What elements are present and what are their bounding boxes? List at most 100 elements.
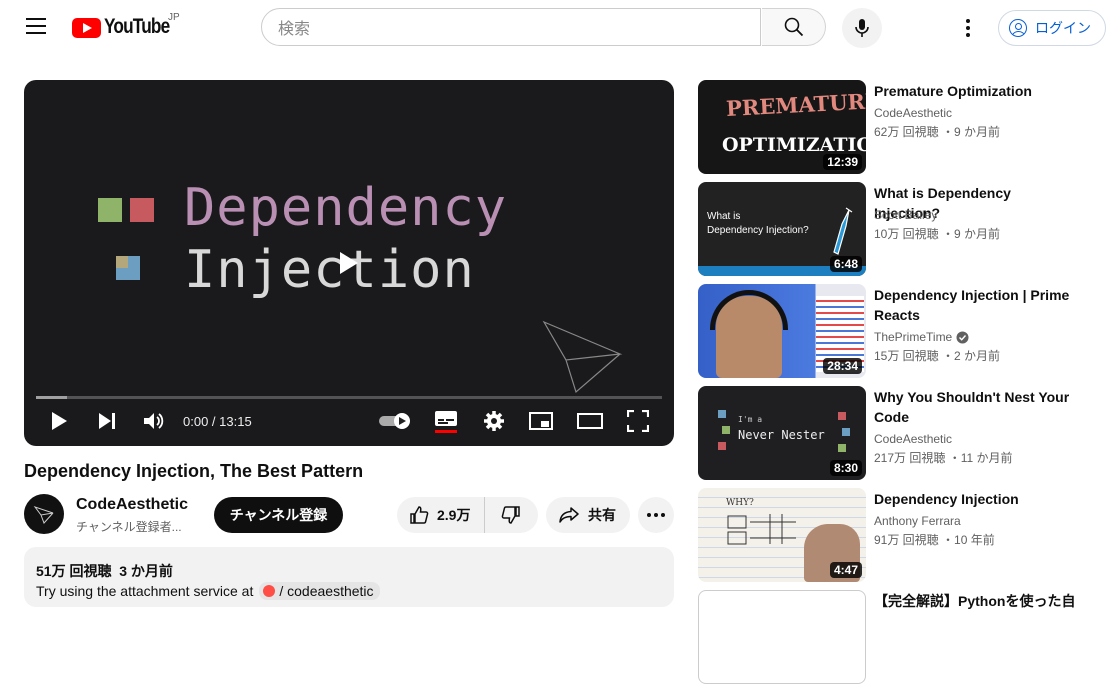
recommended-video[interactable]: What is Dependency Injection? 6:48 What … bbox=[698, 182, 1108, 276]
video-thumbnail[interactable]: What is Dependency Injection? 6:48 bbox=[698, 182, 866, 276]
video-thumbnail[interactable]: 28:34 bbox=[698, 284, 866, 378]
buffered-bar bbox=[36, 396, 68, 399]
recommended-video-title[interactable]: Dependency Injection | Prime Reacts bbox=[874, 285, 1074, 325]
more-actions-button[interactable] bbox=[638, 497, 674, 533]
video-duration: 6:48 bbox=[829, 256, 862, 272]
recommended-video[interactable]: 【完全解説】Pythonを使った自 bbox=[698, 590, 1108, 684]
thumbnail-square bbox=[842, 428, 850, 436]
video-duration: 28:34 bbox=[823, 358, 862, 374]
share-icon bbox=[559, 507, 579, 523]
settings-button[interactable] bbox=[482, 406, 506, 436]
thumbnail-text: What is bbox=[707, 211, 741, 222]
theater-mode-button[interactable] bbox=[576, 406, 604, 436]
description-link[interactable]: / codeaesthetic bbox=[259, 582, 380, 600]
recommended-channel-name[interactable]: Anthony Ferrara bbox=[874, 514, 961, 528]
channel-name[interactable]: CodeAesthetic bbox=[76, 496, 188, 514]
video-player[interactable]: Dependency Injection 0:00 / 13:15 bbox=[24, 80, 674, 446]
upload-age: 3 か月前 bbox=[119, 563, 173, 579]
fullscreen-icon bbox=[627, 410, 649, 432]
microphone-icon bbox=[855, 19, 869, 37]
description-box[interactable]: 51万 回視聴 3 か月前 Try using the attachment s… bbox=[24, 547, 674, 607]
channel-name: CodeAesthetic bbox=[874, 432, 953, 446]
thumbnail-square bbox=[718, 410, 726, 418]
volume-icon bbox=[144, 413, 164, 429]
thumbnail-square bbox=[722, 426, 730, 434]
recommended-video[interactable]: PREMATURE OPTIMIZATION 12:39 Premature O… bbox=[698, 80, 1108, 174]
verified-check-icon bbox=[956, 331, 969, 343]
share-label: 共有 bbox=[588, 507, 616, 523]
video-thumbnail[interactable]: WHY? 4:47 bbox=[698, 488, 866, 582]
recommended-video-meta: 217万 回視聴 ・11 か月前 bbox=[874, 451, 1013, 465]
channel-avatar[interactable] bbox=[24, 494, 64, 534]
search-input[interactable]: 検索 bbox=[261, 8, 761, 46]
description-text: Try using the attachment service at / co… bbox=[36, 582, 380, 600]
recommended-video-title[interactable]: Why You Shouldn't Nest Your Code bbox=[874, 387, 1074, 427]
recommended-video-title[interactable]: Dependency Injection bbox=[874, 489, 1074, 509]
description-line: Try using the attachment service at bbox=[36, 583, 254, 599]
video-thumbnail[interactable]: I'm a Never Nester 8:30 bbox=[698, 386, 866, 480]
video-duration: 8:30 bbox=[829, 460, 862, 476]
share-button[interactable]: 共有 bbox=[546, 497, 630, 533]
dislike-button[interactable] bbox=[485, 497, 537, 533]
voice-search-button[interactable] bbox=[842, 8, 882, 48]
view-and-age: 51万 回視聴 3 か月前 bbox=[36, 561, 173, 581]
thumbs-down-icon bbox=[501, 506, 520, 524]
volume-button[interactable] bbox=[142, 406, 166, 436]
autoplay-toggle[interactable] bbox=[378, 406, 412, 436]
recommended-video[interactable]: 28:34 Dependency Injection | Prime React… bbox=[698, 284, 1108, 378]
recommended-video-meta: 91万 回視聴 ・10 年前 bbox=[874, 533, 995, 547]
video-title: Dependency Injection, The Best Pattern bbox=[24, 461, 364, 481]
recommended-channel-name[interactable]: CodeAesthetic bbox=[874, 106, 952, 120]
channel-name: ThePrimeTime bbox=[874, 330, 953, 344]
next-button[interactable] bbox=[96, 406, 118, 436]
thumbnail-square bbox=[838, 444, 846, 452]
video-duration: 12:39 bbox=[823, 154, 862, 170]
paper-plane-icon bbox=[33, 506, 54, 524]
thumbnail-text: I'm a bbox=[738, 415, 763, 424]
view-count: 51万 回視聴 bbox=[36, 563, 112, 579]
thumbnail-square bbox=[98, 198, 122, 222]
recommended-video[interactable]: I'm a Never Nester 8:30 Why You Shouldn'… bbox=[698, 386, 1108, 480]
paper-plane-logo bbox=[542, 320, 623, 394]
user-icon bbox=[1009, 19, 1027, 37]
thumbnail-text: Dependency Injection? bbox=[707, 225, 809, 236]
recommended-video-meta: 15万 回視聴 ・2 か月前 bbox=[874, 349, 1001, 363]
subscribe-button[interactable]: チャンネル登録 bbox=[214, 497, 343, 533]
like-dislike-group: 2.9万 bbox=[397, 497, 538, 533]
video-frame-title-line2: Injection bbox=[184, 240, 475, 300]
subtitles-icon bbox=[435, 411, 457, 433]
thumbnail-square bbox=[838, 412, 846, 420]
play-icon[interactable] bbox=[340, 252, 358, 274]
video-thumbnail[interactable]: PREMATURE OPTIMIZATION 12:39 bbox=[698, 80, 866, 174]
recommended-video-title[interactable]: 【完全解説】Pythonを使った自 bbox=[874, 591, 1094, 611]
recommended-channel-name[interactable]: ThePrimeTime bbox=[874, 330, 969, 344]
gear-icon bbox=[484, 411, 504, 431]
next-icon bbox=[99, 413, 115, 429]
fullscreen-button[interactable] bbox=[626, 406, 650, 436]
recommended-video-title[interactable]: Premature Optimization bbox=[874, 81, 1074, 101]
video-thumbnail[interactable] bbox=[698, 590, 866, 684]
settings-more-icon[interactable] bbox=[955, 13, 981, 43]
progress-bar[interactable] bbox=[36, 396, 662, 399]
player-controls: 0:00 / 13:15 bbox=[24, 406, 674, 436]
search-button[interactable] bbox=[762, 8, 826, 46]
description-link-text: / codeaesthetic bbox=[279, 583, 374, 599]
play-icon bbox=[52, 412, 67, 430]
login-label: ログイン bbox=[1035, 20, 1091, 36]
youtube-logo[interactable]: YouTube JP bbox=[72, 12, 184, 39]
subtitles-button[interactable] bbox=[432, 406, 460, 436]
like-button[interactable]: 2.9万 bbox=[397, 497, 485, 533]
recommended-video-meta: 10万 回視聴 ・9 か月前 bbox=[874, 227, 1001, 241]
play-button[interactable] bbox=[48, 406, 70, 436]
recommended-channel-name[interactable]: Scott Bailey bbox=[874, 208, 937, 222]
recommended-channel-name[interactable]: CodeAesthetic bbox=[874, 432, 952, 446]
menu-icon[interactable] bbox=[26, 18, 46, 34]
miniplayer-button[interactable] bbox=[528, 406, 554, 436]
time-display: 0:00 / 13:15 bbox=[183, 414, 252, 429]
login-button[interactable]: ログイン bbox=[998, 10, 1106, 46]
video-frame-title-line1: Dependency bbox=[184, 178, 508, 238]
thumbnail-headphones bbox=[710, 290, 788, 330]
recommended-video-meta: 62万 回視聴 ・9 か月前 bbox=[874, 125, 1001, 139]
video-duration: 4:47 bbox=[829, 562, 862, 578]
recommended-video[interactable]: WHY? 4:47 Dependency Injection Anthony F… bbox=[698, 488, 1108, 582]
